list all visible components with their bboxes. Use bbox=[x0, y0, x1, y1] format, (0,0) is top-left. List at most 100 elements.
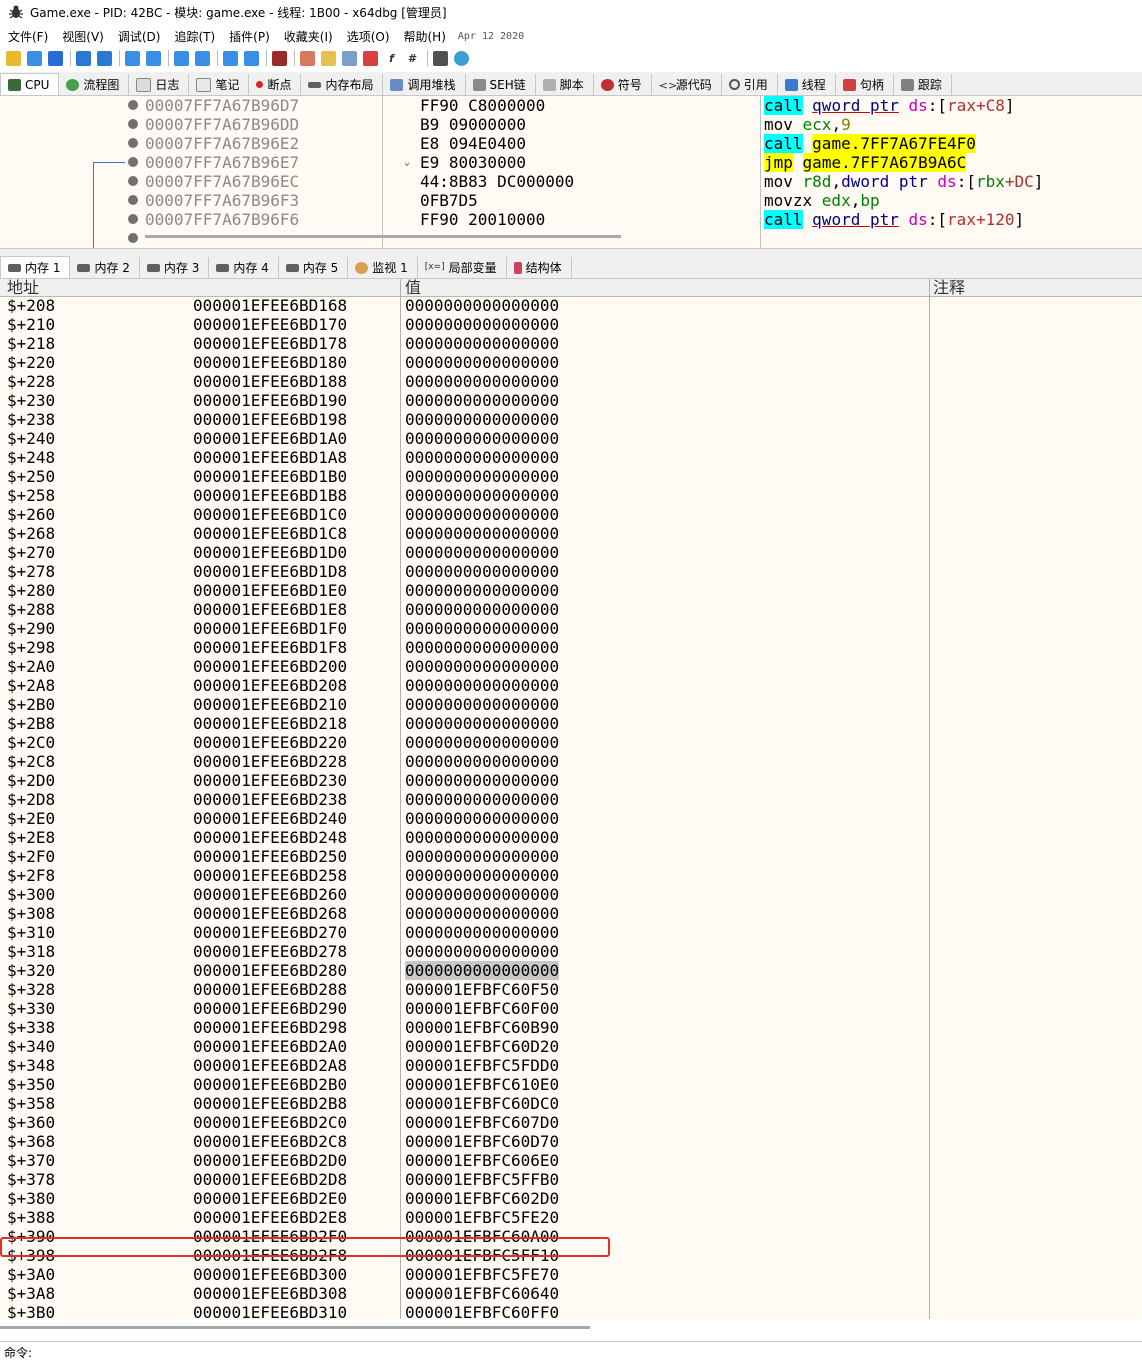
horizontal-scrollbar[interactable] bbox=[0, 1326, 590, 1329]
tab-seh[interactable]: SEH链 bbox=[465, 74, 536, 95]
breakpoint-dot-icon[interactable] bbox=[128, 214, 138, 224]
tab-call-stack[interactable]: 调用堆栈 bbox=[383, 74, 466, 95]
table-row[interactable]: $+308 000001EFEE6BD268 0000000000000000 bbox=[0, 904, 1142, 923]
hash-icon[interactable]: # bbox=[405, 51, 420, 66]
table-row[interactable]: $+218 000001EFEE6BD178 0000000000000000 bbox=[0, 334, 1142, 353]
table-row[interactable]: $+250 000001EFEE6BD1B0 0000000000000000 bbox=[0, 467, 1142, 486]
table-row[interactable]: $+340 000001EFEE6BD2A0 000001EFBFC60D20 bbox=[0, 1037, 1142, 1056]
table-row[interactable]: $+380 000001EFEE6BD2E0 000001EFBFC602D0 bbox=[0, 1189, 1142, 1208]
menu-view[interactable]: 视图(V) bbox=[62, 28, 104, 45]
table-row[interactable]: $+388 000001EFEE6BD2E8 000001EFBFC5FE20 bbox=[0, 1208, 1142, 1227]
menu-file[interactable]: 文件(F) bbox=[8, 28, 48, 45]
tab-notes[interactable]: 笔记 bbox=[189, 74, 250, 95]
table-row[interactable]: $+320 000001EFEE6BD280 0000000000000000 bbox=[0, 961, 1142, 980]
table-row[interactable]: $+310 000001EFEE6BD270 0000000000000000 bbox=[0, 923, 1142, 942]
table-row[interactable]: $+3A8 000001EFEE6BD308 000001EFBFC60640 bbox=[0, 1284, 1142, 1303]
table-row[interactable]: $+290 000001EFEE6BD1F0 0000000000000000 bbox=[0, 619, 1142, 638]
disasm-row[interactable] bbox=[0, 229, 1142, 248]
tab-dump-4[interactable]: 内存 4 bbox=[209, 257, 279, 278]
table-row[interactable]: $+270 000001EFEE6BD1D0 0000000000000000 bbox=[0, 543, 1142, 562]
table-row[interactable]: $+358 000001EFEE6BD2B8 000001EFBFC60DC0 bbox=[0, 1094, 1142, 1113]
tab-script[interactable]: 脚本 bbox=[535, 74, 594, 95]
menu-trace[interactable]: 追踪(T) bbox=[174, 28, 215, 45]
table-row[interactable]: $+238 000001EFEE6BD198 0000000000000000 bbox=[0, 410, 1142, 429]
table-row[interactable]: $+298 000001EFEE6BD1F8 0000000000000000 bbox=[0, 638, 1142, 657]
table-row[interactable]: $+240 000001EFEE6BD1A0 0000000000000000 bbox=[0, 429, 1142, 448]
run-to-user-code-icon[interactable] bbox=[244, 50, 259, 66]
bookmarks-icon[interactable] bbox=[363, 50, 378, 66]
table-row[interactable]: $+300 000001EFEE6BD260 0000000000000000 bbox=[0, 885, 1142, 904]
header-comment[interactable]: 注释 bbox=[933, 279, 965, 296]
tab-dump-2[interactable]: 内存 2 bbox=[70, 257, 140, 278]
breakpoint-dot-icon[interactable] bbox=[128, 157, 138, 167]
tab-graph[interactable]: 流程图 bbox=[59, 74, 130, 95]
header-address[interactable]: 地址 bbox=[7, 279, 39, 296]
tab-symbols[interactable]: 符号 bbox=[593, 74, 652, 95]
disasm-row[interactable]: 00007FF7A67B96E2 E8 094E0400 call game.7… bbox=[0, 134, 1142, 153]
open-icon[interactable] bbox=[6, 50, 21, 66]
restart-icon[interactable] bbox=[27, 50, 42, 66]
disassembly-pane[interactable]: 00007FF7A67B96D7 FF90 C8000000 call qwor… bbox=[0, 96, 1142, 248]
breakpoint-dot-icon[interactable] bbox=[128, 119, 138, 129]
table-row[interactable]: $+220 000001EFEE6BD180 0000000000000000 bbox=[0, 353, 1142, 372]
table-row[interactable]: $+210 000001EFEE6BD170 0000000000000000 bbox=[0, 315, 1142, 334]
run-icon[interactable] bbox=[76, 50, 91, 66]
header-value[interactable]: 值 bbox=[405, 279, 421, 296]
table-row[interactable]: $+2F0 000001EFEE6BD250 0000000000000000 bbox=[0, 847, 1142, 866]
menu-favourites[interactable]: 收藏夹(I) bbox=[284, 28, 333, 45]
table-row[interactable]: $+260 000001EFEE6BD1C0 0000000000000000 bbox=[0, 505, 1142, 524]
table-row[interactable]: $+2C0 000001EFEE6BD220 0000000000000000 bbox=[0, 733, 1142, 752]
tab-watch-1[interactable]: 监视 1 bbox=[348, 257, 418, 278]
table-row[interactable]: $+360 000001EFEE6BD2C0 000001EFBFC607D0 bbox=[0, 1113, 1142, 1132]
table-row[interactable]: $+368 000001EFEE6BD2C8 000001EFBFC60D70 bbox=[0, 1132, 1142, 1151]
table-row[interactable]: $+280 000001EFEE6BD1E0 0000000000000000 bbox=[0, 581, 1142, 600]
tab-dump-3[interactable]: 内存 3 bbox=[139, 257, 210, 278]
comments-icon[interactable] bbox=[321, 50, 336, 66]
patch-icon[interactable] bbox=[300, 50, 315, 66]
table-row[interactable]: $+2A8 000001EFEE6BD208 0000000000000000 bbox=[0, 676, 1142, 695]
table-row[interactable]: $+378 000001EFEE6BD2D8 000001EFBFC5FFB0 bbox=[0, 1170, 1142, 1189]
tab-dump-5[interactable]: 内存 5 bbox=[278, 257, 349, 278]
breakpoint-dot-icon[interactable] bbox=[128, 100, 138, 110]
table-row[interactable]: $+268 000001EFEE6BD1C8 0000000000000000 bbox=[0, 524, 1142, 543]
table-row[interactable]: $+3A0 000001EFEE6BD300 000001EFBFC5FE70 bbox=[0, 1265, 1142, 1284]
table-row[interactable]: $+318 000001EFEE6BD278 0000000000000000 bbox=[0, 942, 1142, 961]
stop-icon[interactable] bbox=[48, 50, 63, 66]
table-row[interactable]: $+330 000001EFEE6BD290 000001EFBFC60F00 bbox=[0, 999, 1142, 1018]
pause-icon[interactable] bbox=[97, 50, 112, 66]
calculator-icon[interactable] bbox=[433, 50, 448, 66]
table-row[interactable]: $+228 000001EFEE6BD188 0000000000000000 bbox=[0, 372, 1142, 391]
table-row[interactable]: $+3B0 000001EFEE6BD310 000001EFBFC60FF0 bbox=[0, 1303, 1142, 1319]
step-over-icon[interactable] bbox=[146, 50, 161, 66]
table-row[interactable]: $+248 000001EFEE6BD1A8 0000000000000000 bbox=[0, 448, 1142, 467]
table-row[interactable]: $+2B8 000001EFEE6BD218 0000000000000000 bbox=[0, 714, 1142, 733]
menu-help[interactable]: 帮助(H) bbox=[404, 28, 446, 45]
table-row[interactable]: $+2E0 000001EFEE6BD240 0000000000000000 bbox=[0, 809, 1142, 828]
tab-threads[interactable]: 线程 bbox=[777, 74, 836, 95]
disasm-row[interactable]: 00007FF7A67B96EC 44:8B83 DC000000 mov r8… bbox=[0, 172, 1142, 191]
table-row[interactable]: $+2E8 000001EFEE6BD248 0000000000000000 bbox=[0, 828, 1142, 847]
table-row[interactable]: $+350 000001EFEE6BD2B0 000001EFBFC610E0 bbox=[0, 1075, 1142, 1094]
table-row[interactable]: $+208 000001EFEE6BD168 0000000000000000 bbox=[0, 296, 1142, 315]
table-row[interactable]: $+328 000001EFEE6BD288 000001EFBFC60F50 bbox=[0, 980, 1142, 999]
disasm-row[interactable]: 00007FF7A67B96F6 FF90 20010000 call qwor… bbox=[0, 210, 1142, 229]
disasm-row[interactable]: 00007FF7A67B96E7 ⌄ E9 80030000 jmp game.… bbox=[0, 153, 1142, 172]
menu-options[interactable]: 选项(O) bbox=[347, 28, 390, 45]
tab-log[interactable]: 日志 bbox=[129, 74, 190, 95]
tab-struct[interactable]: 结构体 bbox=[506, 257, 572, 278]
table-row[interactable]: $+230 000001EFEE6BD190 0000000000000000 bbox=[0, 391, 1142, 410]
tab-breakpoints[interactable]: 断点 bbox=[249, 74, 302, 95]
table-row[interactable]: $+370 000001EFEE6BD2D0 000001EFBFC606E0 bbox=[0, 1151, 1142, 1170]
tab-references[interactable]: 引用 bbox=[721, 74, 778, 95]
table-row[interactable]: $+348 000001EFEE6BD2A8 000001EFBFC5FDD0 bbox=[0, 1056, 1142, 1075]
breakpoint-dot-icon[interactable] bbox=[128, 138, 138, 148]
breakpoint-dot-icon[interactable] bbox=[128, 195, 138, 205]
table-row[interactable]: $+2B0 000001EFEE6BD210 0000000000000000 bbox=[0, 695, 1142, 714]
breakpoint-dot-icon[interactable] bbox=[128, 233, 138, 243]
table-row[interactable]: $+2A0 000001EFEE6BD200 0000000000000000 bbox=[0, 657, 1142, 676]
trace-into-icon[interactable] bbox=[174, 50, 189, 66]
horizontal-scrollbar[interactable] bbox=[145, 235, 621, 238]
tab-source[interactable]: <> 源代码 bbox=[651, 74, 722, 95]
tab-handles[interactable]: 句柄 bbox=[835, 74, 894, 95]
scylla-icon[interactable] bbox=[272, 50, 287, 66]
